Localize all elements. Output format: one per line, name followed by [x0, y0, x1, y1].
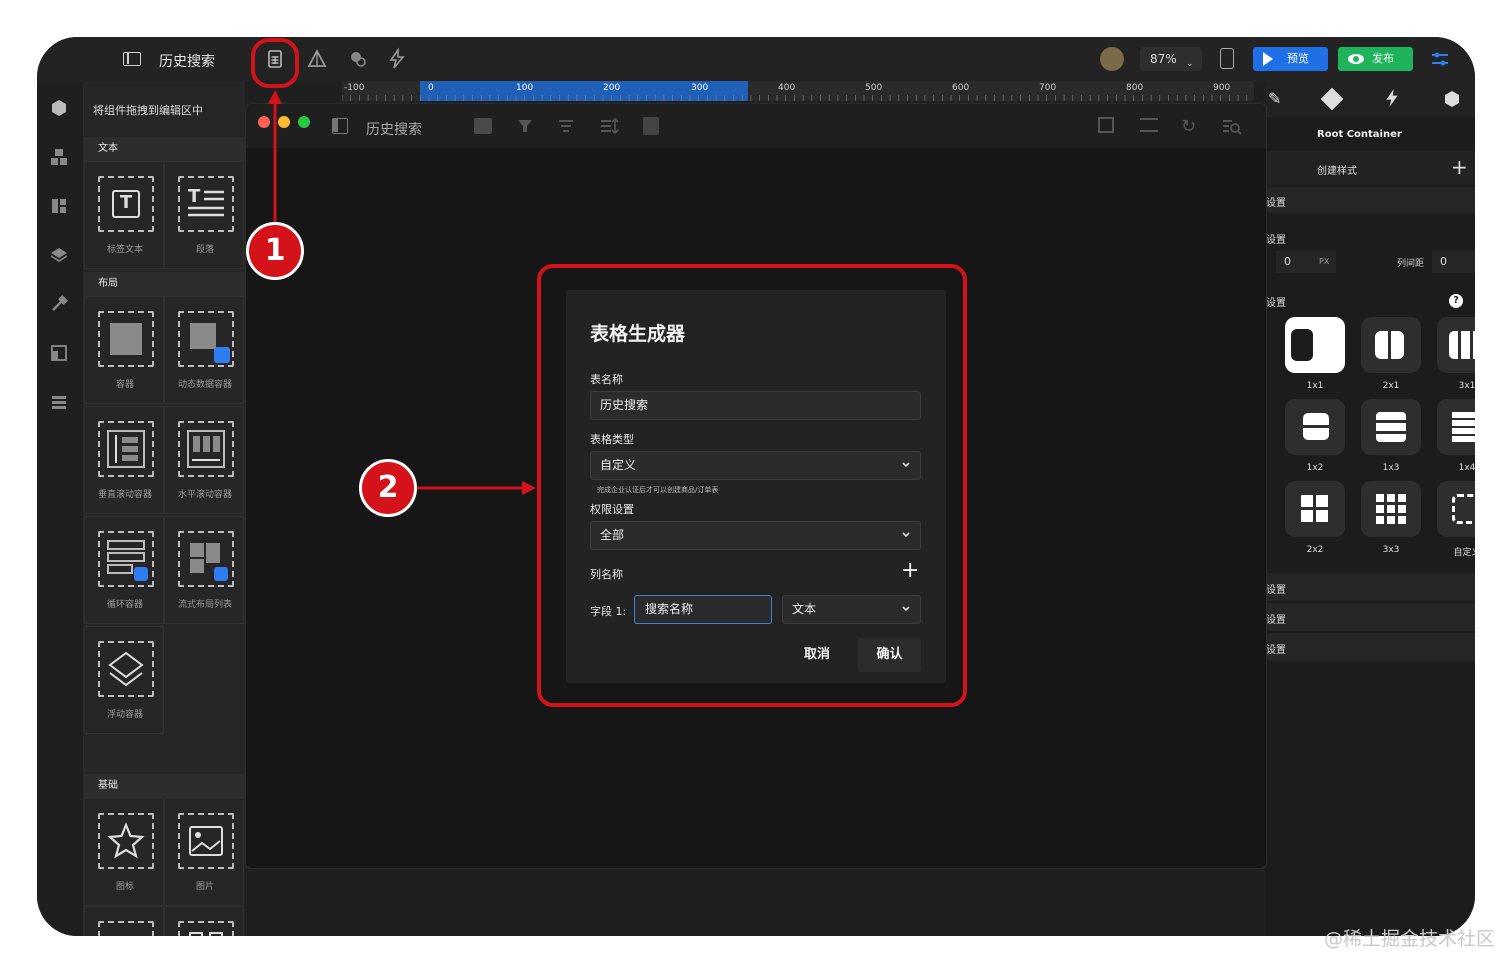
highlight-dialog: [537, 264, 967, 707]
step-badge-1: 1: [246, 222, 304, 280]
watermark: @稀土掘金技术社区: [1324, 928, 1496, 950]
step-badge-2: 2: [359, 459, 417, 517]
